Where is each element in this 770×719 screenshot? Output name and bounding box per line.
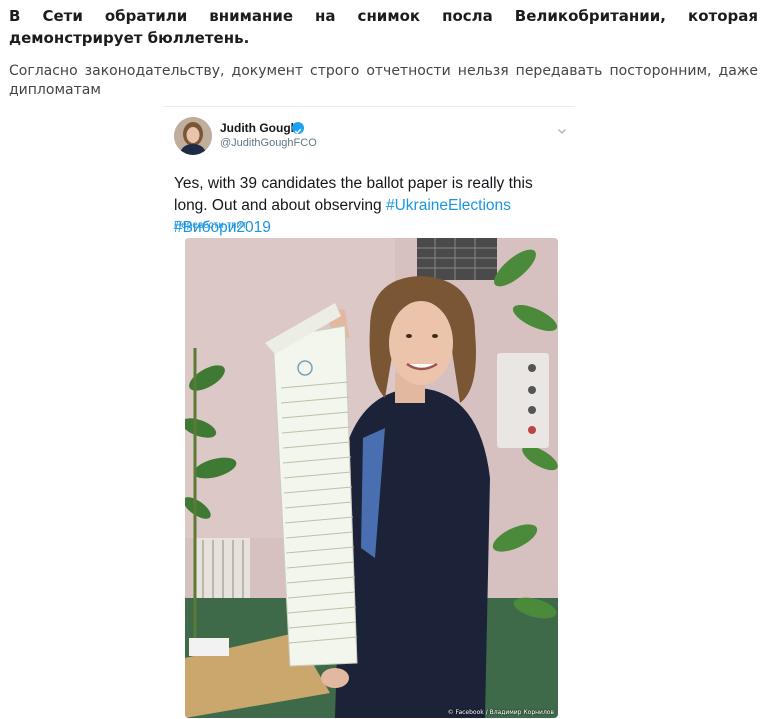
avatar[interactable] <box>174 117 212 155</box>
tweet-photo[interactable]: © Facebook / Владимир Корнилов <box>185 238 558 718</box>
translate-tweet-link[interactable]: Перевести твит <box>174 220 247 231</box>
chevron-down-icon[interactable] <box>555 123 569 137</box>
embedded-tweet: Judith Gough @JudithGoughFCO Yes, with 3… <box>163 106 575 719</box>
author-name[interactable]: Judith Gough <box>220 121 298 135</box>
photo-credit: © Facebook / Владимир Корнилов <box>447 709 554 716</box>
article-lead: Согласно законодательству, документ стро… <box>9 63 758 98</box>
article-headline: В Сети обратили внимание на снимок посла… <box>9 7 758 47</box>
verified-check-icon <box>292 122 304 135</box>
article: В Сети обратили внимание на снимок посла… <box>0 0 770 719</box>
author-handle[interactable]: @JudithGoughFCO <box>220 137 317 149</box>
hashtag-ukraine-elections[interactable]: #UkraineElections <box>386 197 511 214</box>
